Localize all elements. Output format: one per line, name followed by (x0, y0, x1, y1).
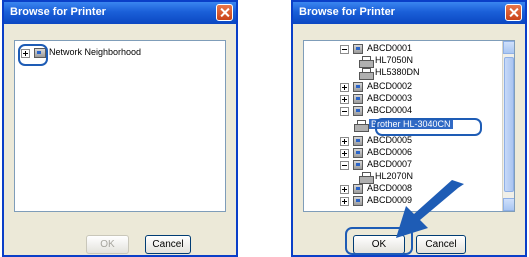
title-bar: Browse for Printer (293, 2, 525, 24)
tree-node[interactable]: ABCD0003 (340, 93, 490, 105)
printer-icon (354, 120, 369, 132)
highlight-ring (18, 44, 48, 66)
close-button[interactable] (216, 4, 233, 21)
printer-icon (359, 172, 374, 184)
computer-icon (353, 106, 363, 116)
printer-icon (359, 68, 374, 80)
printer-tree[interactable]: Network Neighborhood (14, 40, 226, 212)
tree-node-label: ABCD0002 (367, 81, 413, 91)
tree-node-label: ABCD0003 (367, 93, 413, 103)
computer-icon (353, 160, 363, 170)
expand-icon[interactable] (340, 185, 349, 194)
tree-node[interactable]: ABCD0006 (340, 147, 490, 159)
tree-node-label: Network Neighborhood (49, 47, 142, 57)
title-bar: Browse for Printer (4, 2, 236, 24)
expand-icon[interactable] (340, 137, 349, 146)
tree-node-label: ABCD0005 (367, 135, 413, 145)
tree-node-label: ABCD0007 (367, 159, 413, 169)
computer-icon (353, 148, 363, 158)
scroll-down-button[interactable] (503, 198, 514, 211)
computer-icon (353, 196, 363, 206)
computer-icon (353, 82, 363, 92)
scroll-thumb[interactable] (504, 57, 514, 192)
tree-node-label: ABCD0004 (367, 105, 413, 115)
vertical-scrollbar[interactable] (502, 41, 514, 211)
tree-node[interactable]: ABCD0007 (340, 159, 490, 171)
dialog-title: Browse for Printer (299, 6, 395, 18)
computer-icon (353, 184, 363, 194)
tree-node[interactable]: ABCD0005 (340, 135, 490, 147)
collapse-icon[interactable] (340, 161, 349, 170)
computer-icon (353, 136, 363, 146)
tree-node-label: HL7050N (375, 55, 414, 65)
tree-node[interactable]: HL7050N (359, 55, 479, 68)
tree-node-label: ABCD0006 (367, 147, 413, 157)
cancel-button[interactable]: Cancel (145, 235, 191, 254)
close-button[interactable] (505, 4, 522, 21)
pointer-arrow-icon (396, 180, 464, 238)
computer-icon (353, 94, 363, 104)
tree-node[interactable]: ABCD0002 (340, 81, 490, 93)
collapse-icon[interactable] (340, 45, 349, 54)
tree-node-label: ABCD0001 (367, 43, 413, 53)
tree-node-network-neighborhood[interactable]: Network Neighborhood (21, 47, 211, 59)
collapse-icon[interactable] (340, 107, 349, 116)
ok-button[interactable]: OK (86, 235, 129, 254)
tree-node[interactable]: ABCD0004 (340, 105, 490, 117)
tree-node[interactable]: HL5380DN (359, 67, 479, 80)
tree-node-label: HL5380DN (375, 67, 420, 77)
expand-icon[interactable] (340, 149, 349, 158)
printer-icon (359, 56, 374, 68)
highlight-ring (375, 118, 482, 136)
computer-icon (353, 44, 363, 54)
expand-icon[interactable] (340, 83, 349, 92)
expand-icon[interactable] (340, 95, 349, 104)
dialog-title: Browse for Printer (10, 6, 106, 18)
browse-printer-dialog-left: Browse for Printer Network Neighborhood … (2, 0, 238, 257)
expand-icon[interactable] (340, 197, 349, 206)
scroll-up-button[interactable] (503, 41, 514, 54)
tree-node[interactable]: ABCD0001 (340, 43, 490, 55)
